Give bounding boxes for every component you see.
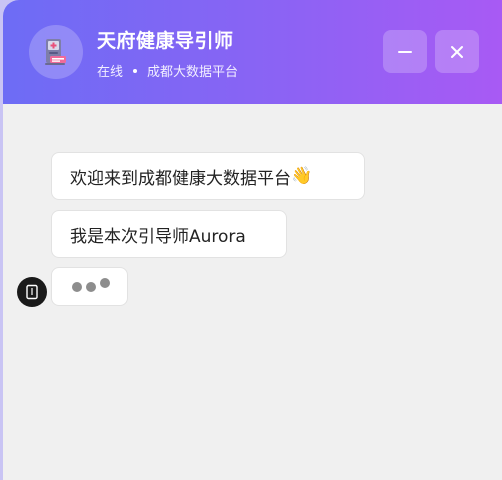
message-text: 我是本次引导师Aurora: [70, 226, 246, 247]
bot-icon: [17, 277, 47, 307]
close-button[interactable]: [435, 30, 479, 73]
medical-kiosk-icon: [29, 25, 83, 79]
message-bubble: 我是本次引导师Aurora: [51, 210, 287, 258]
waving-hand-icon: 👋: [291, 166, 313, 186]
message-bubble: 欢迎来到成都健康大数据平台 👋: [51, 152, 365, 200]
chat-title: 天府健康导引师: [97, 30, 234, 52]
chat-window: 天府健康导引师 在线 成都大数据平台 欢迎来到成都健康大数据平台 👋 我是本次引…: [3, 0, 502, 480]
minus-icon: [398, 50, 412, 53]
typing-dot: [86, 282, 96, 292]
minimize-button[interactable]: [383, 30, 427, 73]
status-text: 在线: [97, 65, 124, 80]
message-text: 欢迎来到成都健康大数据平台: [70, 168, 291, 189]
typing-dot: [100, 278, 110, 288]
chat-header: 天府健康导引师 在线 成都大数据平台: [3, 0, 502, 104]
typing-dot: [72, 282, 82, 292]
separator-dot: [133, 68, 138, 73]
platform-name: 成都大数据平台: [147, 65, 239, 80]
close-icon: [451, 45, 463, 58]
chat-subtitle: 在线 成都大数据平台: [97, 61, 238, 80]
typing-indicator: [51, 267, 128, 306]
